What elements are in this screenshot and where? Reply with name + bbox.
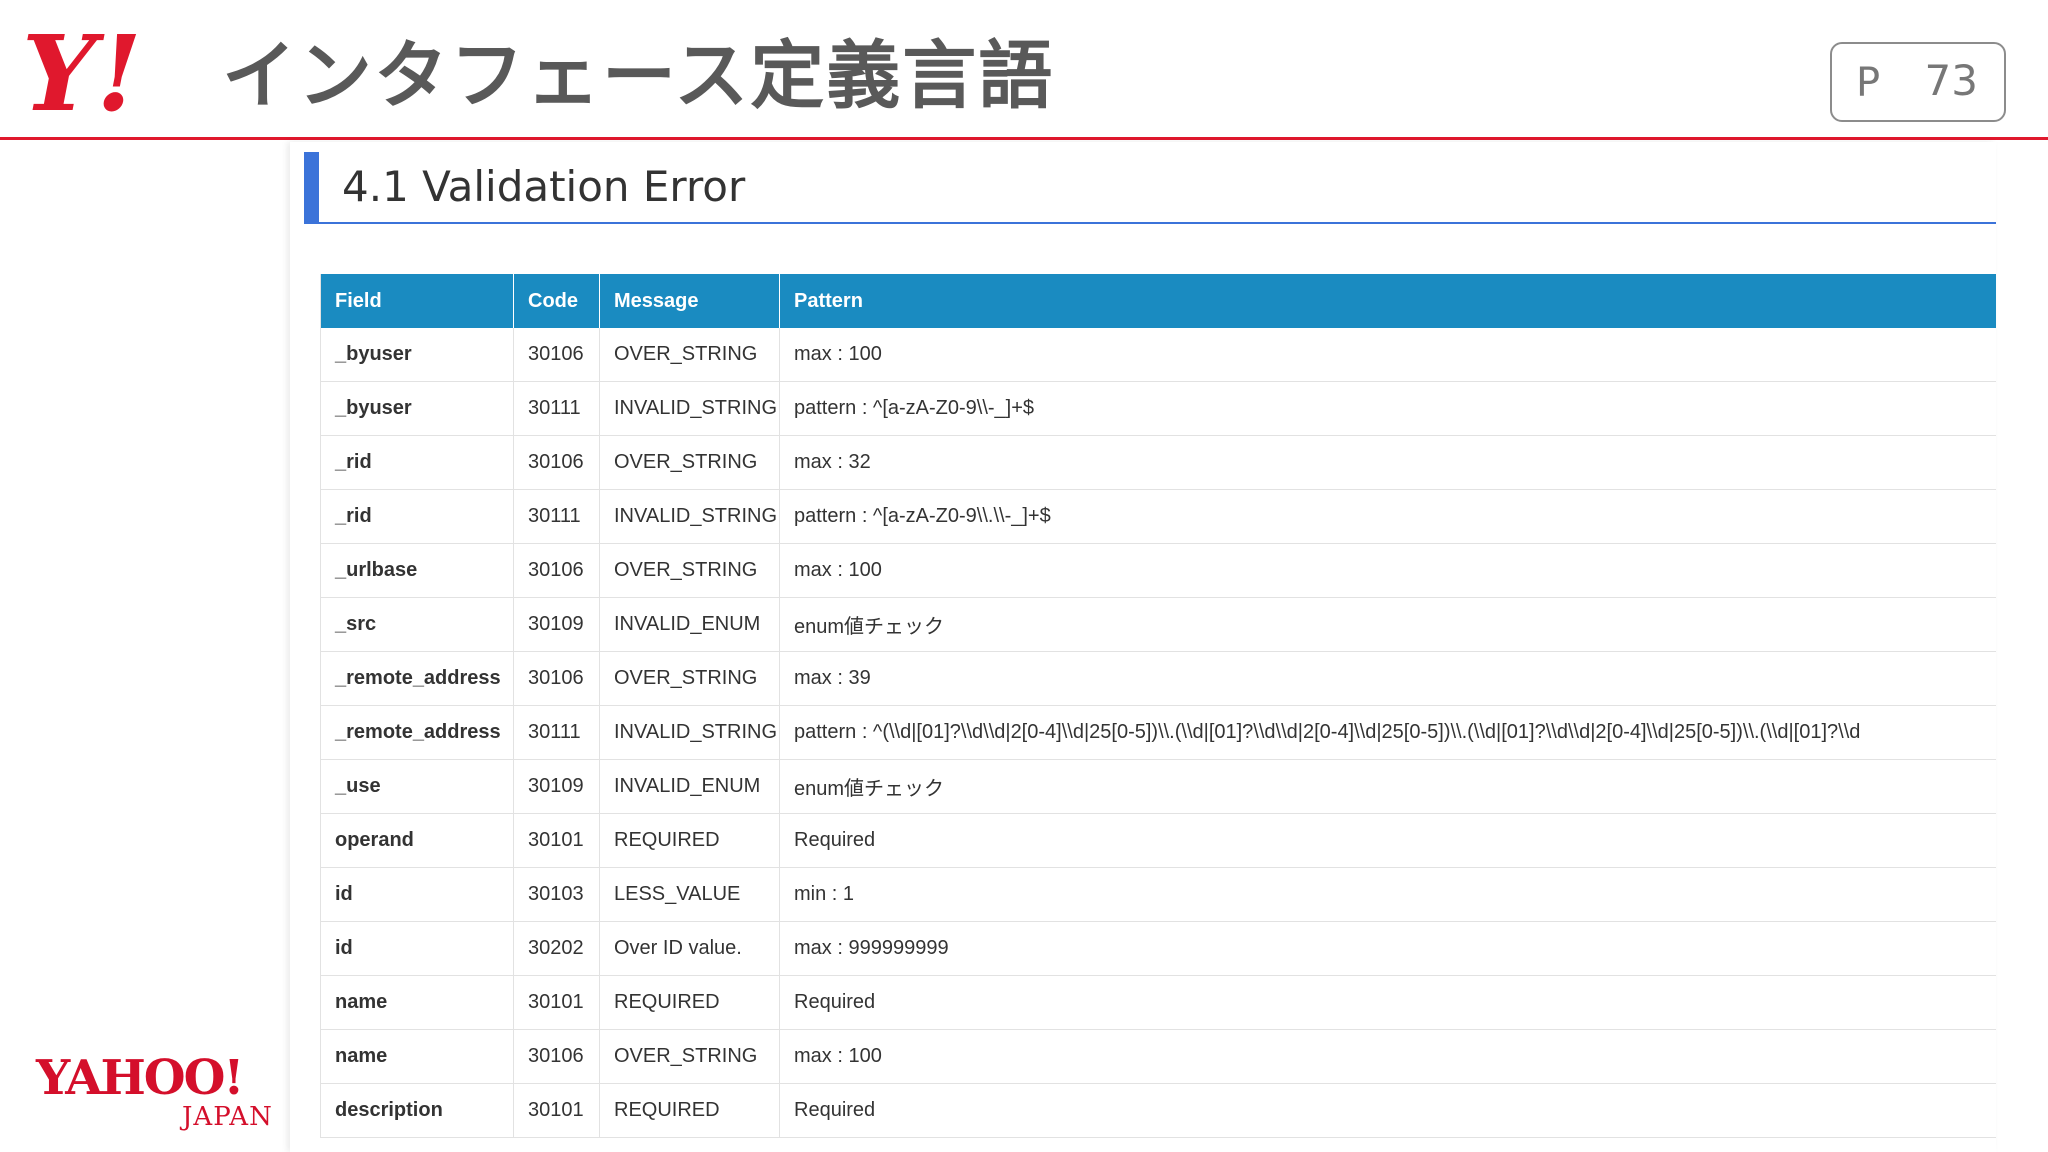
cell-code: 30111: [513, 705, 600, 760]
column-header-message: Message: [599, 274, 780, 328]
svg-text:Y!: Y!: [22, 20, 142, 130]
cell-message: LESS_VALUE: [599, 867, 780, 922]
japan-logo-text: JAPAN: [182, 1102, 273, 1132]
cell-field: _use: [320, 759, 514, 814]
cell-field: _byuser: [320, 328, 514, 382]
column-header-pattern: Pattern: [779, 274, 1996, 328]
table-row: _byuser 30111 INVALID_STRING pattern : ^[a-…: [320, 381, 1996, 436]
table-row: name 30106 OVER_STRING max : 100: [320, 1029, 1996, 1084]
cell-code: 30101: [513, 975, 600, 1030]
page-number: 73: [1924, 56, 1978, 105]
cell-pattern: pattern : ^(\\d|[01]?\\d\\d|2[0-4]\\d|25…: [779, 705, 1996, 760]
cell-pattern: Required: [779, 975, 1996, 1030]
cell-field: _byuser: [320, 381, 514, 436]
table-row: name 30101 REQUIRED Required: [320, 975, 1996, 1030]
cell-message: INVALID_STRING: [599, 705, 780, 760]
cell-message: OVER_STRING: [599, 328, 780, 382]
cell-message: INVALID_STRING: [599, 489, 780, 544]
cell-code: 30106: [513, 543, 600, 598]
cell-code: 30111: [513, 489, 600, 544]
column-header-code: Code: [513, 274, 600, 328]
cell-pattern: min : 1: [779, 867, 1996, 922]
yahoo-japan-logo: YAHOO! JAPAN: [36, 1050, 296, 1140]
cell-field: _remote_address: [320, 705, 514, 760]
cell-message: INVALID_ENUM: [599, 597, 780, 652]
table-row: id 30202 Over ID value. max : 999999999: [320, 921, 1996, 976]
cell-pattern: enum値チェック: [779, 759, 1996, 814]
cell-message: OVER_STRING: [599, 435, 780, 490]
cell-pattern: Required: [779, 813, 1996, 868]
section-heading: 4.1 Validation Error: [304, 152, 1996, 224]
table-row: description 30101 REQUIRED Required: [320, 1083, 1996, 1138]
cell-message: REQUIRED: [599, 975, 780, 1030]
cell-code: 30111: [513, 381, 600, 436]
validation-error-table: Field Code Message Pattern _byuser 30106 O…: [320, 274, 1996, 1138]
cell-message: INVALID_ENUM: [599, 759, 780, 814]
cell-pattern: max : 100: [779, 328, 1996, 382]
cell-pattern: enum値チェック: [779, 597, 1996, 652]
cell-message: OVER_STRING: [599, 1029, 780, 1084]
table-row: _remote_address 30106 OVER_STRING max : 39: [320, 651, 1996, 706]
heading-accent-bar: [304, 152, 319, 224]
cell-pattern: max : 32: [779, 435, 1996, 490]
slide-title: インタフェース定義言語: [222, 33, 1055, 119]
cell-message: OVER_STRING: [599, 543, 780, 598]
cell-field: _urlbase: [320, 543, 514, 598]
table-row: _byuser 30106 OVER_STRING max : 100: [320, 328, 1996, 382]
cell-message: REQUIRED: [599, 813, 780, 868]
cell-field: id: [320, 921, 514, 976]
table-row: _use 30109 INVALID_ENUM enum値チェック: [320, 759, 1996, 814]
yahoo-logo-text: YAHOO!: [36, 1050, 244, 1106]
cell-field: _src: [320, 597, 514, 652]
table-row: _urlbase 30106 OVER_STRING max : 100: [320, 543, 1996, 598]
cell-code: 30106: [513, 435, 600, 490]
table-row: _src 30109 INVALID_ENUM enum値チェック: [320, 597, 1996, 652]
cell-code: 30109: [513, 759, 600, 814]
cell-pattern: max : 100: [779, 543, 1996, 598]
table-row: _rid 30111 INVALID_STRING pattern : ^[a-zA-…: [320, 489, 1996, 544]
cell-field: _rid: [320, 435, 514, 490]
page-label: P: [1856, 60, 1881, 106]
table-row: id 30103 LESS_VALUE min : 1: [320, 867, 1996, 922]
cell-message: Over ID value.: [599, 921, 780, 976]
cell-code: 30101: [513, 1083, 600, 1138]
table-row: _remote_address 30111 INVALID_STRING patter…: [320, 705, 1996, 760]
cell-field: operand: [320, 813, 514, 868]
yahoo-y-logo-icon: Y!: [22, 20, 142, 130]
cell-field: name: [320, 1029, 514, 1084]
cell-message: REQUIRED: [599, 1083, 780, 1138]
header-divider: [0, 137, 2048, 140]
cell-message: INVALID_STRING: [599, 381, 780, 436]
column-header-field: Field: [320, 274, 514, 328]
cell-code: 30202: [513, 921, 600, 976]
cell-code: 30106: [513, 651, 600, 706]
cell-field: name: [320, 975, 514, 1030]
content-panel: 4.1 Validation Error Field Code Message …: [290, 142, 1996, 1152]
cell-field: description: [320, 1083, 514, 1138]
cell-code: 30109: [513, 597, 600, 652]
table-row: operand 30101 REQUIRED Required: [320, 813, 1996, 868]
cell-field: _remote_address: [320, 651, 514, 706]
table-body: _byuser 30106 OVER_STRING max : 100 _byuser 3…: [320, 328, 1996, 1138]
cell-field: _rid: [320, 489, 514, 544]
cell-pattern: pattern : ^[a-zA-Z0-9\\.\\-_]+$: [779, 489, 1996, 544]
cell-pattern: max : 999999999: [779, 921, 1996, 976]
cell-pattern: max : 100: [779, 1029, 1996, 1084]
table-header-row: Field Code Message Pattern: [320, 274, 1996, 328]
cell-code: 30103: [513, 867, 600, 922]
cell-code: 30101: [513, 813, 600, 868]
table-row: _rid 30106 OVER_STRING max : 32: [320, 435, 1996, 490]
cell-pattern: pattern : ^[a-zA-Z0-9\\-_]+$: [779, 381, 1996, 436]
cell-code: 30106: [513, 328, 600, 382]
cell-pattern: Required: [779, 1083, 1996, 1138]
cell-field: id: [320, 867, 514, 922]
slide-header: Y! インタフェース定義言語 P 73: [0, 0, 2048, 140]
section-heading-text: 4.1 Validation Error: [342, 162, 746, 211]
page-number-box: P 73: [1830, 42, 2006, 122]
cell-message: OVER_STRING: [599, 651, 780, 706]
cell-code: 30106: [513, 1029, 600, 1084]
cell-pattern: max : 39: [779, 651, 1996, 706]
